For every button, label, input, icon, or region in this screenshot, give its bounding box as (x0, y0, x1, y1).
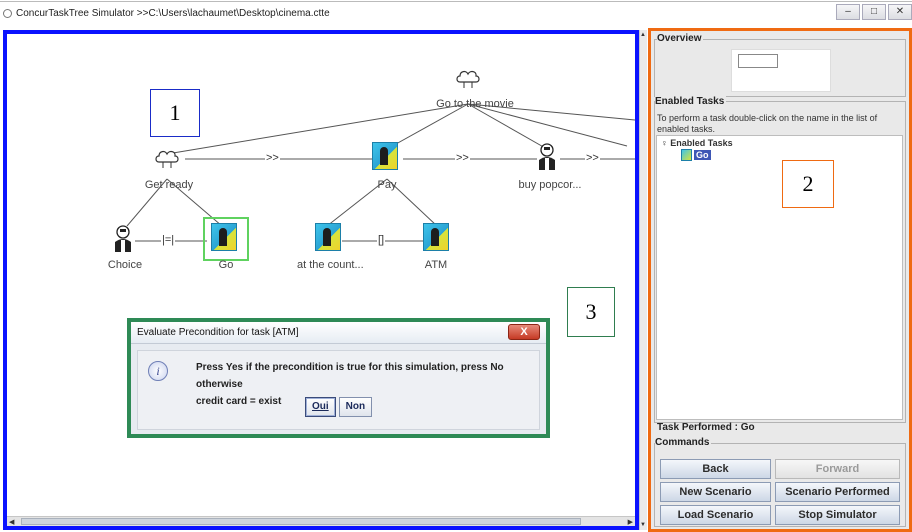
top-clip-edge (0, 0, 912, 2)
interaction-task-icon (372, 142, 398, 170)
scroll-right-icon[interactable]: ▶ (628, 518, 633, 526)
dialog-buttons: Oui Non (305, 397, 373, 417)
scroll-up-icon[interactable]: ▲ (640, 32, 646, 38)
callout-1: 1 (150, 89, 200, 137)
task-label-pay: Pay (377, 179, 397, 191)
user-task-icon (539, 143, 555, 170)
enabled-task-item[interactable]: Go (681, 148, 711, 161)
task-node-get-ready[interactable] (154, 148, 184, 178)
task-node-choice[interactable] (111, 224, 141, 254)
task-label-get-ready: Get ready (144, 179, 194, 191)
operator-enabling-1: >> (265, 152, 280, 164)
task-node-at-the-counter[interactable] (315, 223, 345, 253)
task-label-root: Go to the movie (436, 98, 514, 110)
task-node-pay[interactable] (372, 142, 402, 172)
yes-button[interactable]: Oui (305, 397, 336, 417)
enabled-tasks-title: Enabled Tasks (655, 96, 727, 107)
simulator-side-panel: Overview Enabled Tasks To perform a task… (648, 28, 912, 532)
enabled-tasks-description: To perform a task double-click on the na… (657, 113, 878, 134)
back-button[interactable]: Back (660, 459, 771, 479)
commands-title: Commands (655, 437, 712, 448)
dialog-message-line-1: Press Yes if the precondition is true fo… (196, 362, 504, 390)
app-icon (3, 9, 12, 18)
task-label-buy-popcorn: buy popcor... (518, 179, 582, 191)
operator-choice: [] (377, 234, 386, 246)
task-node-atm[interactable] (423, 223, 453, 253)
overview-thumbnail[interactable] (731, 49, 831, 92)
tree-root-label: Enabled Tasks (670, 138, 733, 148)
window-controls: – □ ✕ (836, 4, 912, 20)
task-node-root[interactable] (455, 68, 485, 98)
operator-independence: |=| (161, 234, 176, 246)
task-label-atm: ATM (424, 259, 448, 271)
commands-grid: Back Forward New Scenario Scenario Perfo… (660, 459, 902, 525)
window-title: ConcurTaskTree Simulator >>C:\Users\lach… (16, 8, 330, 19)
abstract-task-icon (456, 70, 480, 88)
task-tree-canvas-frame: Go to the movie Get ready Pay buy popcor… (3, 30, 639, 530)
close-icon[interactable]: ✕ (888, 4, 912, 20)
load-scenario-button[interactable]: Load Scenario (660, 505, 771, 525)
interaction-task-icon (211, 223, 237, 251)
task-performed-status: Task Performed : Go (657, 422, 755, 433)
stop-simulator-button[interactable]: Stop Simulator (775, 505, 900, 525)
dialog-titlebar: Evaluate Precondition for task [ATM] X (131, 322, 546, 344)
enabled-tasks-list[interactable]: ♀ Enabled Tasks Go (656, 135, 903, 420)
task-label-go: Go (218, 259, 234, 271)
callout-3: 3 (567, 287, 615, 337)
interaction-task-icon (423, 223, 449, 251)
window-titlebar: ConcurTaskTree Simulator >>C:\Users\lach… (0, 0, 912, 28)
enabled-tasks-tree-root[interactable]: ♀ Enabled Tasks (661, 138, 733, 148)
info-icon: i (148, 361, 168, 381)
abstract-task-icon (155, 150, 179, 168)
tree-expand-icon[interactable]: ♀ (661, 138, 668, 148)
operator-enabling-2: >> (455, 152, 470, 164)
link-root-offscreen (467, 103, 628, 147)
new-scenario-button[interactable]: New Scenario (660, 482, 771, 502)
scroll-left-icon[interactable]: ◀ (9, 518, 14, 526)
scroll-down-icon[interactable]: ▼ (640, 522, 646, 528)
enabled-task-label: Go (694, 149, 711, 160)
task-node-go[interactable] (211, 223, 241, 253)
horizontal-scrollbar[interactable]: ◀ ▶ (7, 516, 635, 526)
maximize-icon[interactable]: □ (862, 4, 886, 20)
forward-button[interactable]: Forward (775, 459, 900, 479)
interaction-task-icon (315, 223, 341, 251)
minimize-icon[interactable]: – (836, 4, 860, 20)
task-node-buy-popcorn[interactable] (535, 142, 565, 172)
dialog-close-icon[interactable]: X (508, 324, 540, 340)
task-tree-canvas[interactable]: Go to the movie Get ready Pay buy popcor… (7, 34, 635, 516)
scenario-performed-button[interactable]: Scenario Performed (775, 482, 900, 502)
callout-2: 2 (782, 160, 834, 208)
dialog-body: i Press Yes if the precondition is true … (137, 350, 540, 430)
user-task-icon (115, 225, 131, 252)
overview-title: Overview (657, 33, 704, 44)
task-label-choice: Choice (107, 259, 143, 271)
overview-viewport[interactable] (738, 54, 778, 68)
operator-enabling-3: >> (585, 152, 600, 164)
tree-links (126, 103, 635, 242)
horizontal-scroll-thumb[interactable] (21, 518, 581, 525)
no-button[interactable]: Non (338, 397, 373, 417)
vertical-scrollbar[interactable]: ▲ ▼ (639, 30, 647, 530)
task-label-at-the-counter: at the count... (297, 259, 364, 271)
precondition-dialog: Evaluate Precondition for task [ATM] X i… (127, 318, 550, 438)
interaction-task-icon (681, 148, 692, 161)
dialog-title: Evaluate Precondition for task [ATM] (137, 327, 299, 338)
